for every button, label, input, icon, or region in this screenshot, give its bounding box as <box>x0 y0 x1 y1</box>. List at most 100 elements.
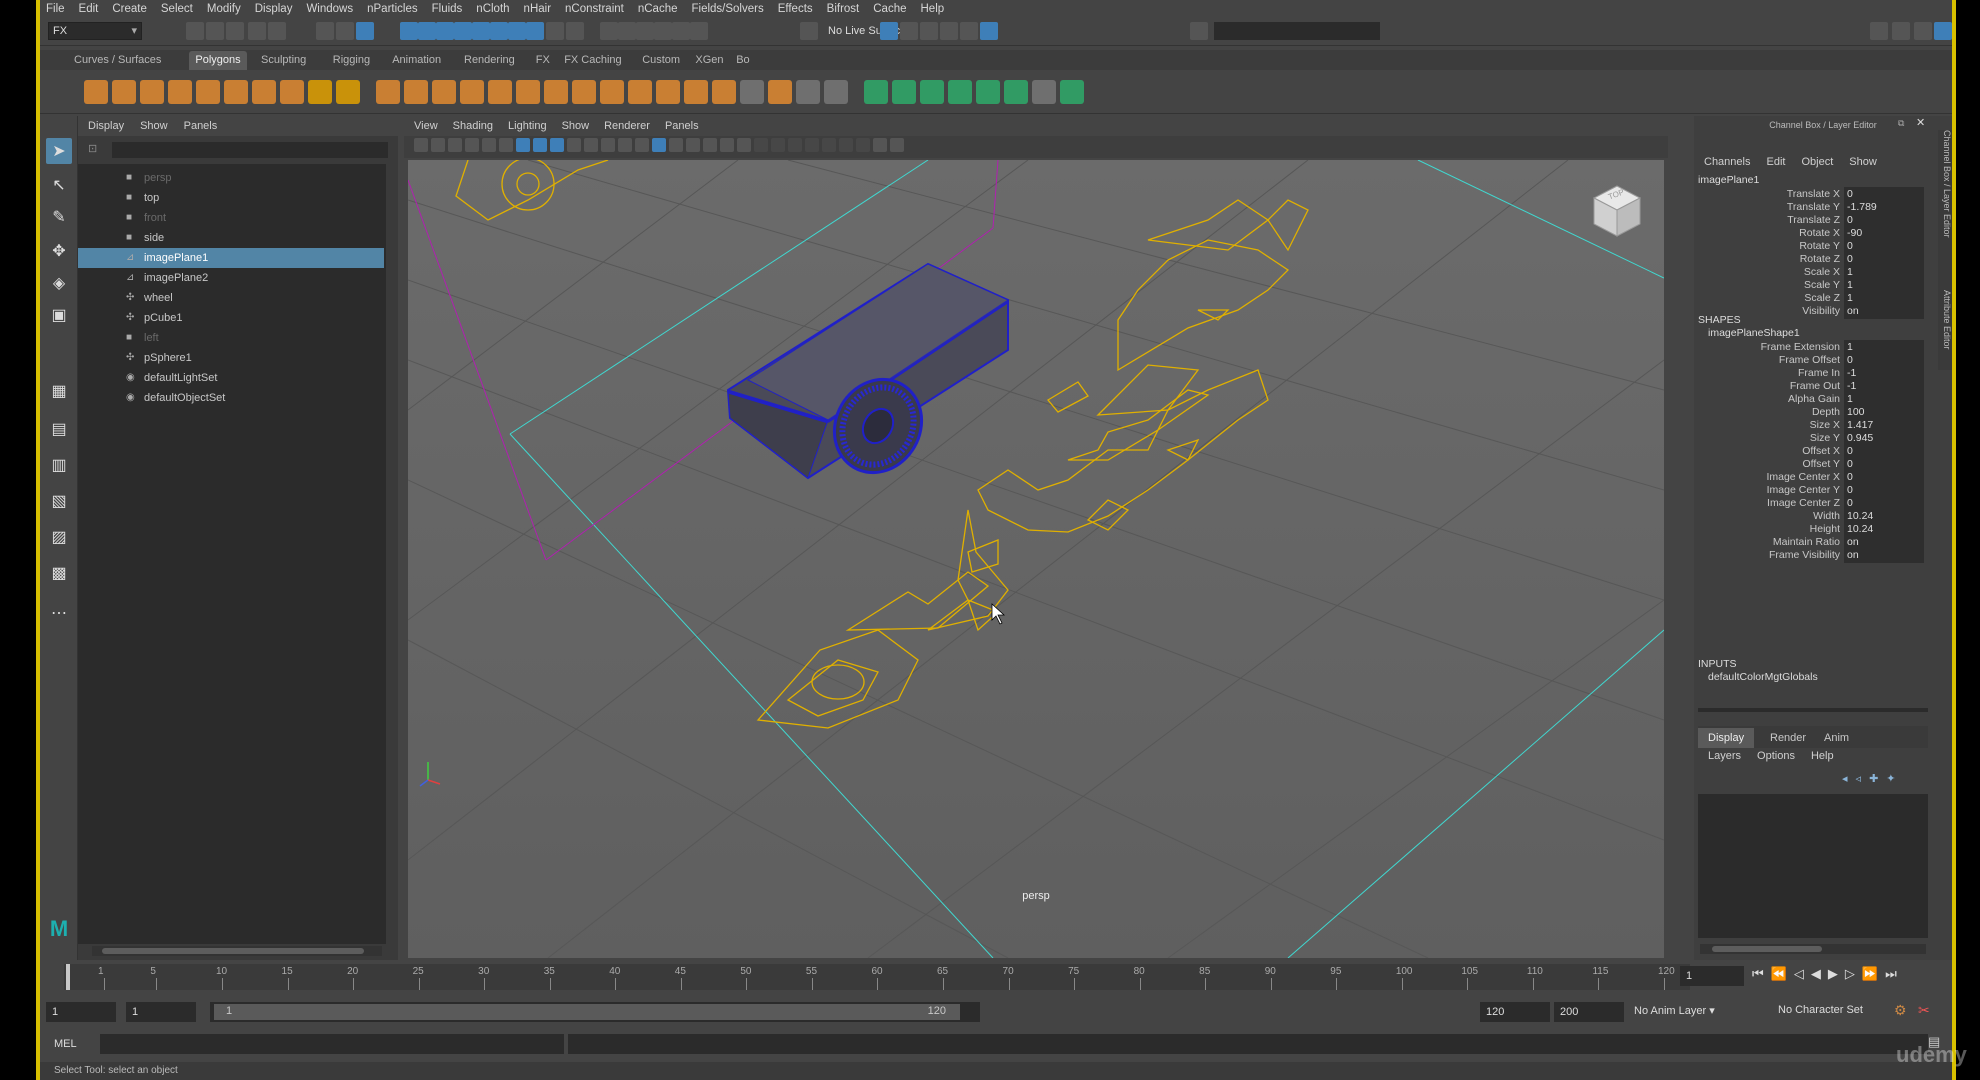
menu-fields-solvers[interactable]: Fields/Solvers <box>691 3 763 15</box>
quad-draw-icon[interactable] <box>740 80 764 104</box>
current-frame-field[interactable]: 1 <box>1680 966 1744 986</box>
node-editor-layout-icon[interactable]: ▩ <box>46 560 72 586</box>
auto-uv-icon[interactable] <box>892 80 916 104</box>
step-back-key-icon[interactable]: ⏪ <box>1771 966 1787 982</box>
outliner-row-left[interactable]: ■ left <box>78 328 384 348</box>
shelf-tab-curves-surfaces[interactable]: Curves / Surfaces <box>68 51 167 70</box>
sidebar-toggle-icon[interactable] <box>1190 22 1208 40</box>
select-hierarchy-icon[interactable] <box>316 22 334 40</box>
poly-sphere-icon[interactable] <box>84 80 108 104</box>
shadows-icon[interactable] <box>754 138 768 152</box>
render-icon[interactable] <box>900 22 918 40</box>
menu-bifrost[interactable]: Bifrost <box>827 3 860 15</box>
go-to-end-icon[interactable]: ⏭ <box>1885 966 1897 982</box>
new-scene-icon[interactable] <box>186 22 204 40</box>
shelf-tab-custom[interactable]: Custom <box>636 51 686 70</box>
shape-attr-value-frame-visibility[interactable]: on <box>1844 548 1924 563</box>
scale-tool-icon[interactable]: ▣ <box>46 302 72 328</box>
viewport-menu-view[interactable]: View <box>414 120 438 132</box>
safe-action-icon[interactable] <box>601 138 615 152</box>
attr-value-visibility[interactable]: on <box>1844 304 1924 319</box>
poly-cube-icon[interactable] <box>112 80 136 104</box>
menu-nhair[interactable]: nHair <box>524 3 551 15</box>
tool-settings-icon[interactable] <box>1914 22 1932 40</box>
bookmark-icon[interactable] <box>448 138 462 152</box>
play-backward-icon[interactable]: ◀ <box>1811 966 1821 982</box>
default-material-icon[interactable] <box>669 138 683 152</box>
menu-ncache[interactable]: nCache <box>638 3 678 15</box>
persp-viewport[interactable]: TOP <box>408 160 1664 958</box>
bevel-icon[interactable] <box>544 80 568 104</box>
output-icon[interactable] <box>654 22 672 40</box>
viewport-menu-renderer[interactable]: Renderer <box>604 120 650 132</box>
xray-active-icon[interactable] <box>856 138 870 152</box>
outliner-menu-panels[interactable]: Panels <box>184 120 218 132</box>
playback-end-field[interactable]: 120 <box>1480 1002 1550 1022</box>
menu-effects[interactable]: Effects <box>778 3 813 15</box>
save-scene-icon[interactable] <box>226 22 244 40</box>
script-language-label[interactable]: MEL <box>54 1038 77 1050</box>
menu-fluids[interactable]: Fluids <box>432 3 463 15</box>
range-slider-track[interactable]: 1 120 <box>210 1002 980 1022</box>
viewport-menu-show[interactable]: Show <box>562 120 590 132</box>
film-gate-icon[interactable] <box>533 138 547 152</box>
animation-start-field[interactable]: 1 <box>46 1002 116 1022</box>
snap-edge-icon[interactable] <box>490 22 508 40</box>
outliner-menu-display[interactable]: Display <box>88 120 124 132</box>
history-icon[interactable] <box>600 22 618 40</box>
select-object-icon[interactable] <box>336 22 354 40</box>
panel-toggle-icon[interactable] <box>890 138 904 152</box>
cb-menu-channels[interactable]: Channels <box>1704 156 1750 168</box>
gate-mask-icon[interactable] <box>567 138 581 152</box>
multi-cut-icon[interactable] <box>628 80 652 104</box>
viewport-menu-shading[interactable]: Shading <box>453 120 493 132</box>
four-view-layout-icon[interactable]: ▤ <box>46 416 72 442</box>
character-set-dropdown[interactable]: No Character Set <box>1778 1004 1908 1016</box>
menu-help[interactable]: Help <box>921 3 945 15</box>
auto-key-icon[interactable]: ⚙ <box>1894 1002 1907 1019</box>
menu-nconstraint[interactable]: nConstraint <box>565 3 624 15</box>
outliner-row-front[interactable]: ■ front <box>78 208 384 228</box>
poly-pyramid-icon[interactable] <box>252 80 276 104</box>
rotate-tool-icon[interactable]: ◈ <box>46 270 72 296</box>
ambient-occlusion-icon[interactable] <box>771 138 785 152</box>
poly-pipe-icon[interactable] <box>280 80 304 104</box>
shelf-tab-xgen[interactable]: XGen <box>689 51 729 70</box>
layer-scrollbar[interactable] <box>1700 944 1926 954</box>
side-tab-attribute-editor[interactable]: Attribute Editor <box>1938 290 1952 380</box>
smooth-icon[interactable] <box>432 80 456 104</box>
go-to-start-icon[interactable]: ⏮ <box>1752 966 1764 982</box>
shelf-tab-fx-caching[interactable]: FX Caching <box>558 51 627 70</box>
snap-grid-icon[interactable] <box>400 22 418 40</box>
select-tool-icon[interactable]: ➤ <box>46 138 72 164</box>
outliner-row-pcube1[interactable]: ✣ pCube1 <box>78 308 384 328</box>
shelf-tab-polygons[interactable]: Polygons <box>189 51 247 70</box>
xray-icon[interactable] <box>703 138 717 152</box>
grease-pencil-icon[interactable] <box>499 138 513 152</box>
shelf-tab-rigging[interactable]: Rigging <box>327 51 376 70</box>
wireframe-icon[interactable] <box>635 138 649 152</box>
smooth-shade-icon[interactable] <box>652 138 666 152</box>
menu-ncloth[interactable]: nCloth <box>476 3 509 15</box>
construction-icon[interactable] <box>618 22 636 40</box>
current-time-marker[interactable] <box>66 964 70 990</box>
menu-create[interactable]: Create <box>112 3 147 15</box>
uv-editor-icon[interactable] <box>864 80 888 104</box>
animation-end-field[interactable]: 200 <box>1554 1002 1624 1022</box>
shelf-tab-rendering[interactable]: Rendering <box>458 51 521 70</box>
snap-point-icon[interactable] <box>436 22 454 40</box>
live-icon[interactable] <box>800 22 818 40</box>
depth-of-field-icon[interactable] <box>822 138 836 152</box>
lasso-tool-icon[interactable]: ↖ <box>46 172 72 198</box>
layer-menu-layers[interactable]: Layers <box>1708 750 1741 762</box>
render-settings-icon[interactable] <box>940 22 958 40</box>
open-scene-icon[interactable] <box>206 22 224 40</box>
graph-layout-icon[interactable]: ▧ <box>46 488 72 514</box>
menu-edit[interactable]: Edit <box>79 3 99 15</box>
select-component-icon[interactable] <box>356 22 374 40</box>
menu-set-dropdown[interactable]: FX ▾ <box>48 22 142 40</box>
viewport-menu-lighting[interactable]: Lighting <box>508 120 547 132</box>
snap-surface-icon[interactable] <box>472 22 490 40</box>
camera-bookmark-icon[interactable] <box>873 138 887 152</box>
select-camera-icon[interactable] <box>414 138 428 152</box>
